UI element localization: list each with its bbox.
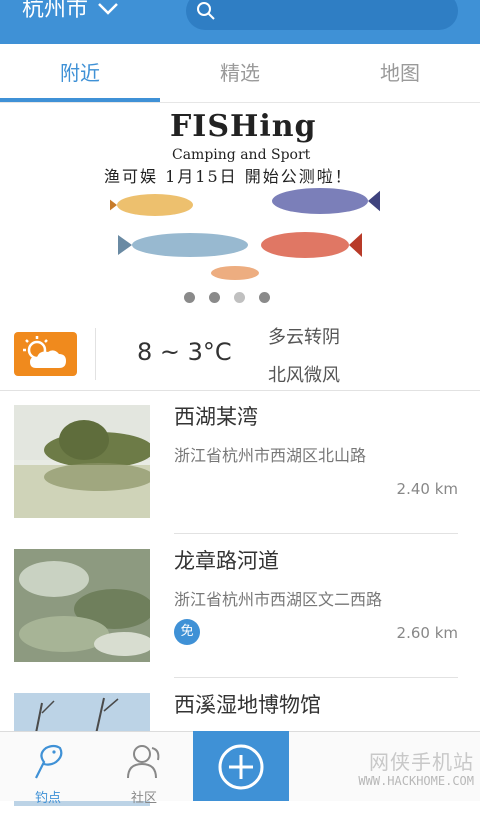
chevron-down-icon[interactable]	[97, 2, 119, 16]
nav-label: 钓点	[34, 791, 61, 806]
spot-photo	[14, 549, 150, 662]
banner-subtitle: Camping and Sport	[172, 147, 311, 163]
spot-distance: 2.40 km	[396, 480, 458, 498]
nav-spots[interactable]: 钓点	[0, 732, 96, 806]
active-tab-indicator	[0, 98, 160, 102]
promo-banner[interactable]: FISHing Camping and Sport 渔可娱 1月15日 開始公测…	[0, 103, 480, 318]
carousel-dot[interactable]	[184, 292, 195, 303]
list-item[interactable]: 西湖某湾 浙江省杭州市西湖区北山路 2.40 km	[0, 391, 480, 534]
nav-community[interactable]: 社区	[96, 732, 192, 806]
weather-badge	[14, 332, 77, 376]
carousel-dot[interactable]	[234, 292, 245, 303]
divider	[95, 328, 96, 380]
bottom-navigation: 钓点 社区 网侠手机站 WWW.HACKHOME.COM	[0, 731, 480, 806]
search-icon	[197, 2, 215, 20]
divider	[174, 533, 458, 534]
people-icon	[127, 745, 160, 779]
wind-info: 北风微风	[268, 365, 340, 386]
carousel-dot[interactable]	[209, 292, 220, 303]
tab-featured[interactable]: 精选	[160, 44, 320, 102]
spot-name: 西湖某湾	[174, 405, 258, 429]
list-item[interactable]: 龙章路河道 浙江省杭州市西湖区文二西路 免 2.60 km	[0, 535, 480, 678]
weather-panel: 8 ~ 3°C 多云转阴 北风微风	[0, 318, 480, 391]
carousel-dot[interactable]	[259, 292, 270, 303]
spot-distance: 2.60 km	[396, 624, 458, 642]
divider	[174, 677, 458, 678]
search-input[interactable]	[186, 0, 458, 30]
partly-cloudy-icon	[23, 336, 66, 368]
spot-address: 浙江省杭州市西湖区北山路	[174, 446, 367, 465]
temperature-range: 8 ~ 3°C	[137, 338, 232, 366]
spot-address: 浙江省杭州市西湖区文二西路	[174, 590, 383, 609]
tab-map[interactable]: 地图	[320, 44, 480, 102]
free-badge: 免	[174, 619, 200, 645]
watermark-text: 网侠手机站	[369, 750, 474, 774]
city-selector[interactable]: 杭州市	[22, 0, 89, 22]
spot-name: 西溪湿地博物馆	[174, 693, 321, 717]
spot-photo	[14, 405, 150, 518]
spot-name: 龙章路河道	[174, 549, 279, 573]
watermark-url: WWW.HACKHOME.COM	[358, 774, 474, 788]
carousel-dots	[184, 288, 284, 303]
fish-icon	[35, 744, 63, 779]
add-icon	[218, 744, 264, 790]
weather-condition: 多云转阴	[268, 327, 340, 348]
city-label: 杭州市	[22, 0, 89, 22]
tab-bar: 附近 精选 地图	[0, 44, 480, 103]
top-bar: 杭州市	[0, 0, 480, 44]
fish-illustration	[110, 188, 380, 280]
tab-nearby[interactable]: 附近	[0, 44, 160, 102]
banner-title: FISHing	[170, 109, 317, 144]
add-button[interactable]	[193, 731, 289, 801]
nav-label: 社区	[130, 791, 157, 806]
